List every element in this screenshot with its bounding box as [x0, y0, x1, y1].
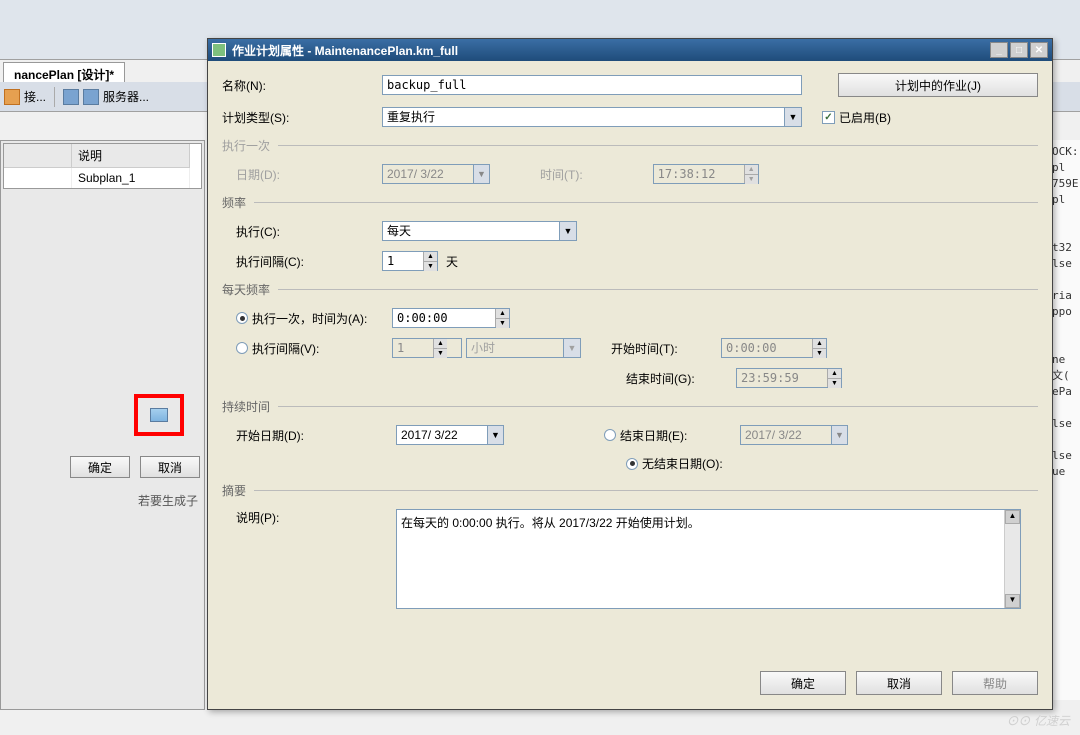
- no-end-date-radio[interactable]: [626, 458, 638, 470]
- recurs-label: 执行间隔(C):: [236, 253, 382, 270]
- duration-section-label: 持续时间: [222, 398, 1038, 415]
- end-date-input: 2017/ 3/22▼: [740, 425, 848, 445]
- start-date-label: 开始日期(D):: [236, 427, 396, 444]
- occurs-select[interactable]: 每天: [382, 221, 577, 241]
- servers-label[interactable]: 服务器...: [103, 88, 149, 105]
- ok-button[interactable]: 确定: [760, 671, 846, 695]
- frequency-section-label: 频率: [222, 194, 1038, 211]
- col-desc: 说明: [72, 144, 190, 168]
- dialog-button-row: 确定 取消 帮助: [760, 671, 1038, 695]
- once-time-input: ▲▼: [653, 164, 759, 184]
- enabled-label: 已启用(B): [839, 109, 891, 126]
- occurs-label: 执行(C):: [236, 223, 382, 240]
- connection-icon[interactable]: [4, 89, 20, 105]
- server-icon[interactable]: [83, 89, 99, 105]
- app-icon: [212, 43, 226, 57]
- occurs-once-label: 执行一次，时间为(A):: [252, 310, 392, 327]
- right-code-strip: OCK: pl 759E pl t32 lse ria ppo ne 文( eP…: [1050, 140, 1080, 700]
- schedule-properties-dialog: 作业计划属性 - MaintenancePlan.km_full _ □ ✕ 名…: [207, 38, 1053, 710]
- subplan-table: 说明 Subplan_1: [3, 143, 202, 189]
- bg-button-row: 确定 取消: [70, 456, 200, 478]
- name-label: 名称(N):: [222, 77, 382, 94]
- bg-cancel-button[interactable]: 取消: [140, 456, 200, 478]
- table-row[interactable]: Subplan_1: [4, 168, 201, 188]
- dialog-body: 名称(N): 计划中的作业(J) 计划类型(S): 重复执行 已启用(B) 执行…: [208, 61, 1052, 709]
- end-date-label: 结束日期(E):: [620, 427, 740, 444]
- bg-ok-button[interactable]: 确定: [70, 456, 130, 478]
- help-button[interactable]: 帮助: [952, 671, 1038, 695]
- jobs-in-schedule-button[interactable]: 计划中的作业(J): [838, 73, 1038, 97]
- doc-icon[interactable]: [63, 89, 79, 105]
- end-time-label: 结束时间(G):: [626, 370, 736, 387]
- occurs-once-radio[interactable]: [236, 312, 248, 324]
- schedule-type-select[interactable]: 重复执行: [382, 107, 802, 127]
- subplan-cell: Subplan_1: [72, 168, 190, 188]
- cancel-button[interactable]: 取消: [856, 671, 942, 695]
- occurs-every-spinner: ▲▼: [392, 338, 462, 358]
- name-input[interactable]: [382, 75, 802, 95]
- no-end-date-label: 无结束日期(O):: [642, 455, 723, 472]
- start-date-input[interactable]: 2017/ 3/22▼: [396, 425, 504, 445]
- connect-label[interactable]: 接...: [24, 88, 46, 105]
- recurs-unit: 天: [446, 253, 458, 270]
- summary-section-label: 摘要: [222, 482, 1038, 499]
- schedule-type-label: 计划类型(S):: [222, 109, 382, 126]
- once-time-label: 时间(T):: [540, 166, 583, 183]
- end-date-radio[interactable]: [604, 429, 616, 441]
- description-label: 说明(P):: [236, 509, 396, 526]
- once-date-label: 日期(D):: [236, 166, 382, 183]
- dialog-title: 作业计划属性 - MaintenancePlan.km_full: [232, 42, 990, 59]
- calendar-icon: [150, 408, 168, 422]
- once-date-input: 2017/ 3/22▼: [382, 164, 490, 184]
- close-button[interactable]: ✕: [1030, 42, 1048, 58]
- end-time-input: ▲▼: [736, 368, 842, 388]
- scrollbar[interactable]: ▲▼: [1004, 510, 1020, 608]
- description-textarea[interactable]: 在每天的 0:00:00 执行。将从 2017/3/22 开始使用计划。 ▲▼: [396, 509, 1021, 609]
- occurs-once-time[interactable]: ▲▼: [392, 308, 510, 328]
- minimize-button[interactable]: _: [990, 42, 1008, 58]
- col-blank: [4, 144, 72, 168]
- once-section-label: 执行一次: [222, 137, 1038, 154]
- start-time-label: 开始时间(T):: [611, 340, 721, 357]
- recurs-spinner[interactable]: ▲▼: [382, 251, 438, 271]
- start-time-input: ▲▼: [721, 338, 827, 358]
- occurs-every-radio[interactable]: [236, 342, 248, 354]
- bg-hint-text: 若要生成子: [138, 492, 198, 509]
- separator: [54, 87, 55, 107]
- titlebar[interactable]: 作业计划属性 - MaintenancePlan.km_full _ □ ✕: [208, 39, 1052, 61]
- watermark: ⊙⊙ 亿速云: [1007, 712, 1070, 729]
- maximize-button[interactable]: □: [1010, 42, 1028, 58]
- occurs-every-label: 执行间隔(V):: [252, 340, 392, 357]
- daily-freq-section-label: 每天频率: [222, 281, 1038, 298]
- highlighted-schedule-button[interactable]: [134, 394, 184, 436]
- occurs-every-unit: 小时: [466, 338, 581, 358]
- enabled-checkbox[interactable]: [822, 111, 835, 124]
